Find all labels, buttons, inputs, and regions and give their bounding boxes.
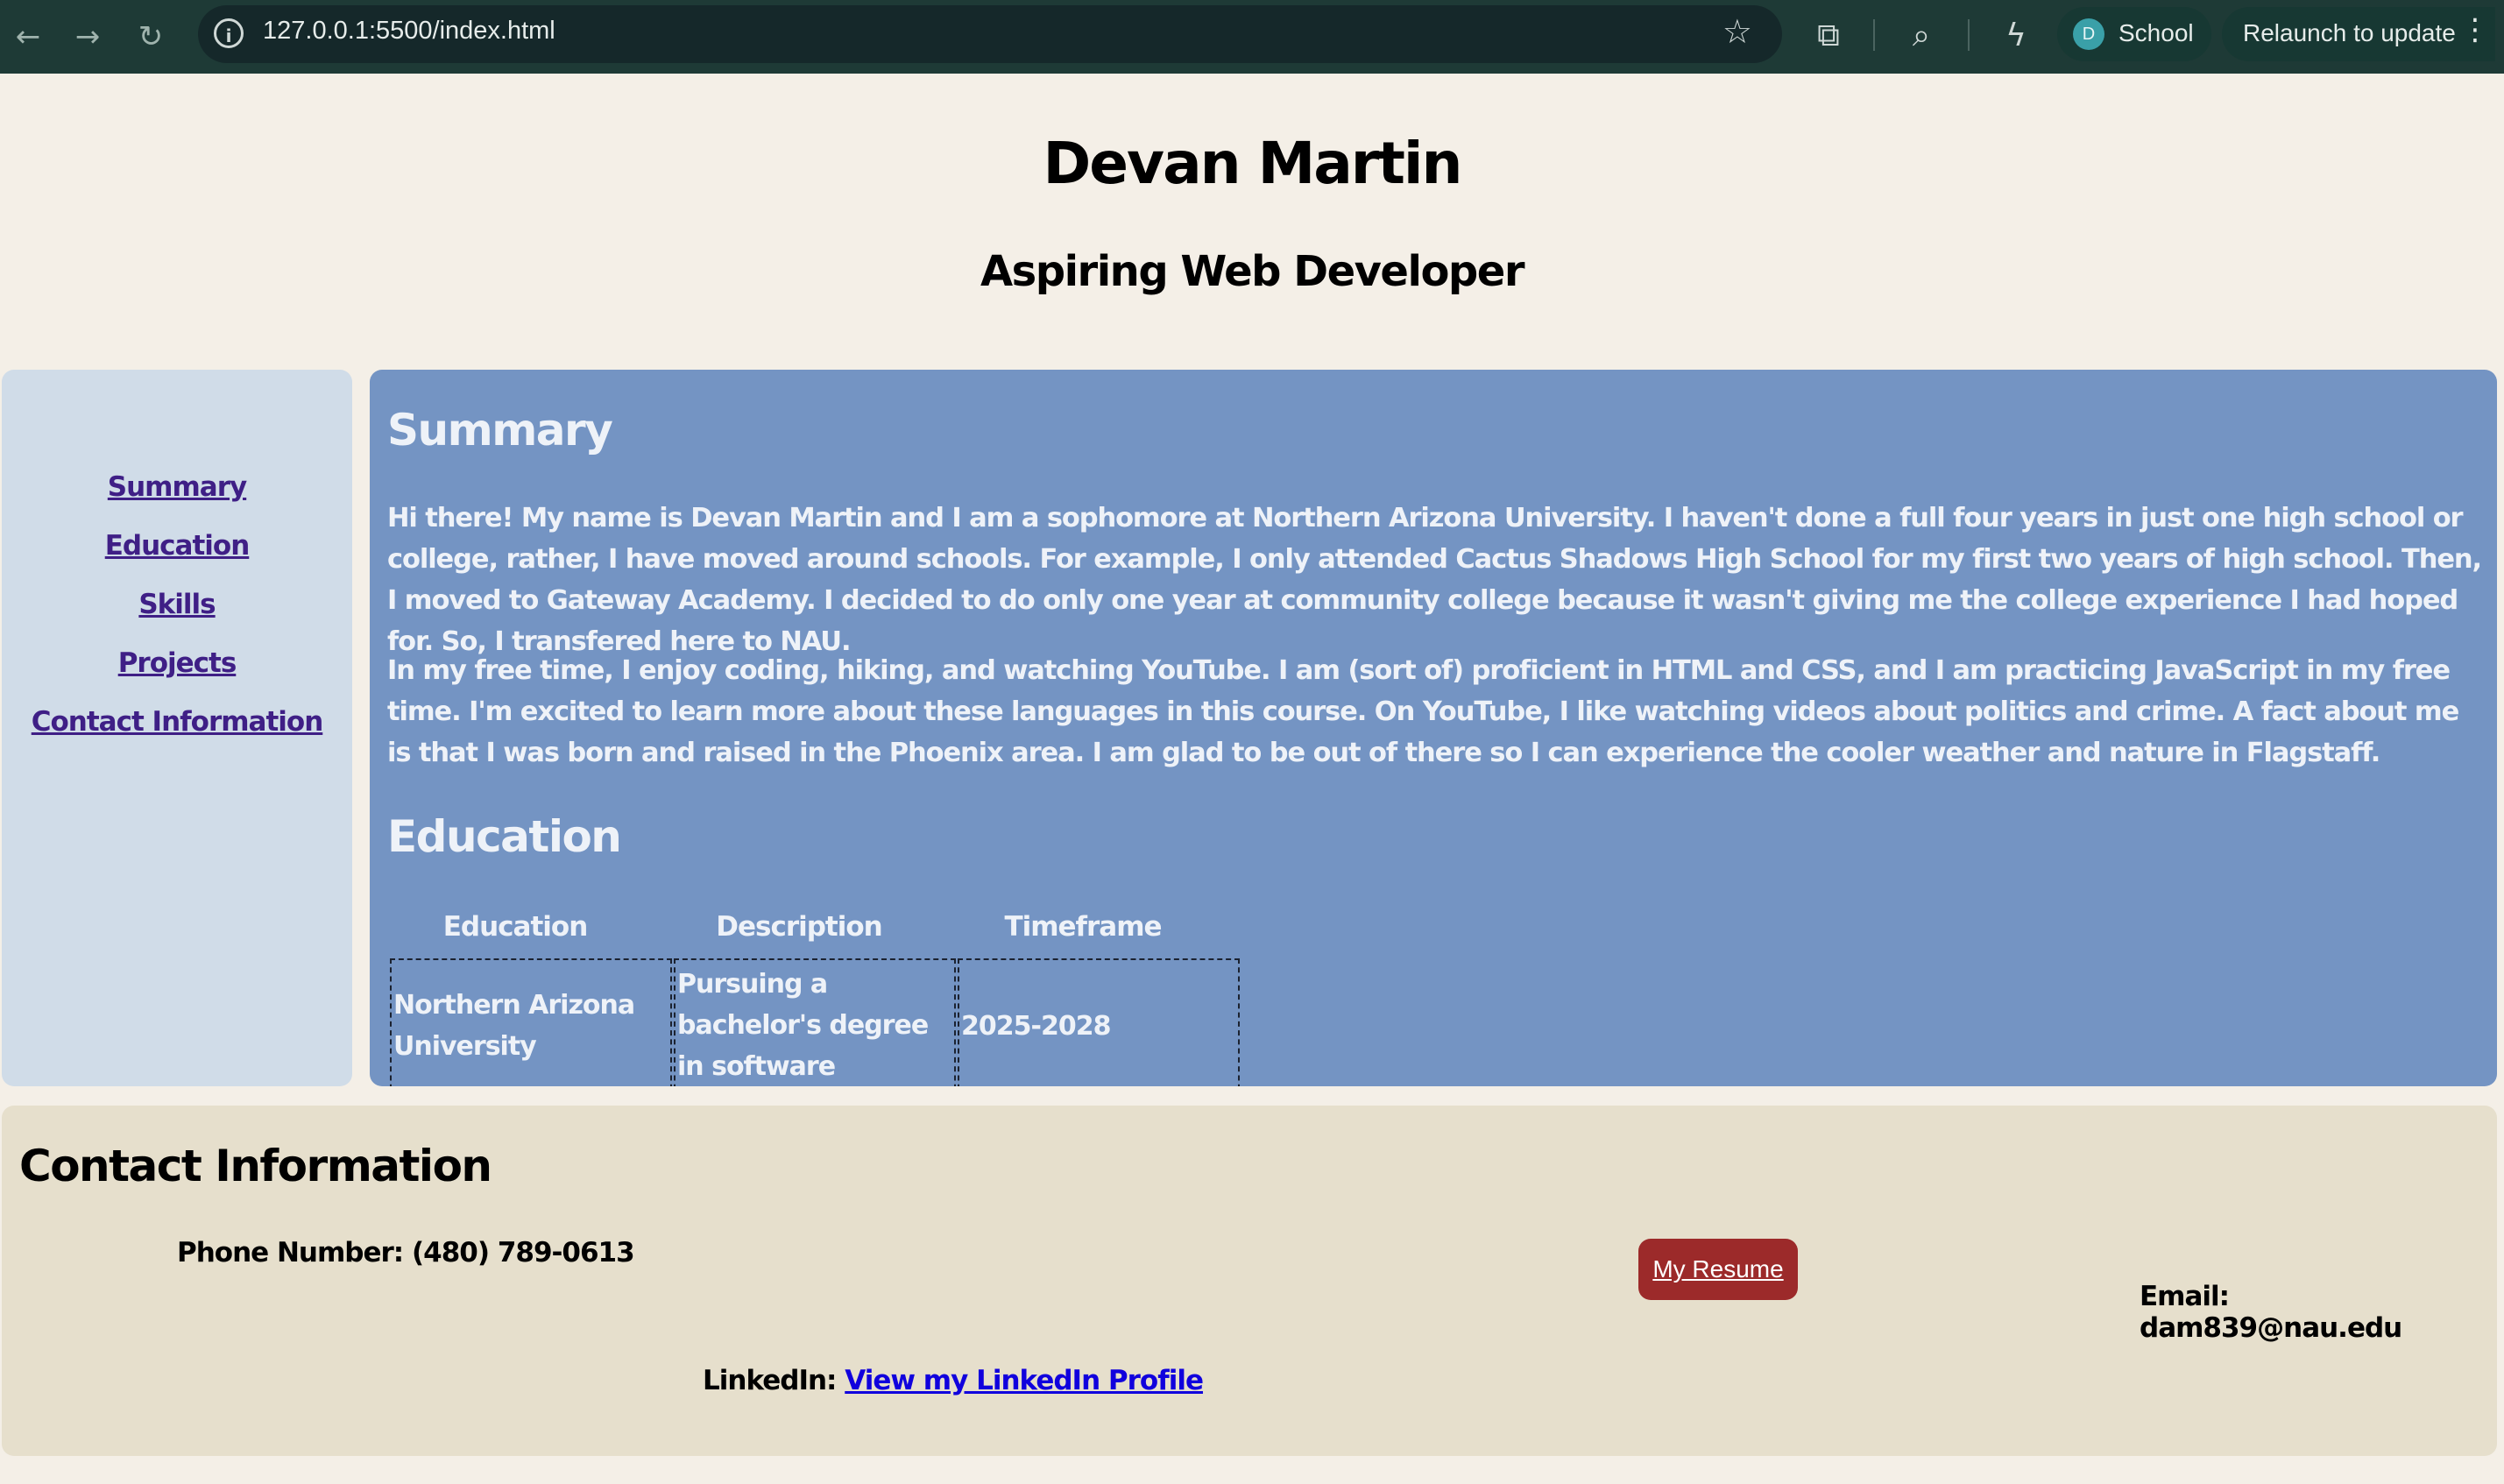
menu-kebab-icon[interactable]: ⋮ bbox=[2460, 12, 2490, 47]
table-header-timeframe: Timeframe bbox=[1004, 911, 1162, 943]
toolbar-divider bbox=[1873, 19, 1875, 51]
summary-paragraph-1: Hi there! My name is Devan Martin and I … bbox=[387, 503, 2482, 657]
page-title: Devan Martin bbox=[1043, 130, 1463, 197]
bookmark-star-icon[interactable]: ☆ bbox=[1722, 12, 1752, 51]
avatar: D bbox=[2073, 18, 2104, 50]
web-page: Devan Martin Aspiring Web Developer Summ… bbox=[0, 74, 2504, 1484]
resume-button[interactable]: My Resume bbox=[1638, 1239, 1798, 1300]
toolbar-divider bbox=[1968, 19, 1970, 51]
linkedin-link[interactable]: View my LinkedIn Profile bbox=[845, 1365, 1204, 1396]
relaunch-label: Relaunch to update bbox=[2243, 19, 2456, 46]
table-header-description: Description bbox=[716, 911, 883, 943]
sidebar-link-contact[interactable]: Contact Information bbox=[2, 706, 352, 738]
table-header-education: Education bbox=[442, 911, 589, 943]
page-subtitle: Aspiring Web Developer bbox=[980, 247, 1525, 296]
sidebar-link-skills[interactable]: Skills bbox=[2, 589, 352, 620]
table-cell-description: Pursuing a bachelor's degree in software… bbox=[674, 958, 956, 1086]
sidebar-nav: Summary Education Skills Projects Contac… bbox=[2, 370, 352, 1086]
site-info-icon[interactable]: i bbox=[214, 18, 244, 48]
phone-number: Phone Number: (480) 789-0613 bbox=[177, 1237, 635, 1268]
extensions-icon[interactable]: ⧉ bbox=[1805, 12, 1852, 60]
table-cell-timeframe: 2025-2028 bbox=[958, 958, 1240, 1086]
education-heading: Education bbox=[387, 811, 622, 862]
address-bar[interactable]: i 127.0.0.1:5500/index.html ☆ bbox=[198, 5, 1782, 63]
contact-heading: Contact Information bbox=[19, 1141, 492, 1191]
url-text[interactable]: 127.0.0.1:5500/index.html bbox=[263, 17, 555, 46]
contact-section: Contact Information Phone Number: (480) … bbox=[2, 1106, 2497, 1456]
main-content: Summary Hi there! My name is Devan Marti… bbox=[370, 370, 2497, 1086]
browser-toolbar: ← → ↻ i 127.0.0.1:5500/index.html ☆ ⧉ ⌕ … bbox=[0, 0, 2504, 74]
summary-heading: Summary bbox=[387, 405, 613, 456]
back-icon[interactable]: ← bbox=[7, 16, 49, 58]
sidebar-link-summary[interactable]: Summary bbox=[2, 471, 352, 503]
linkedin-row: LinkedIn: View my LinkedIn Profile bbox=[703, 1365, 1204, 1396]
linkedin-label: LinkedIn: bbox=[703, 1365, 837, 1396]
relaunch-button[interactable]: Relaunch to update ⋮ bbox=[2222, 7, 2495, 61]
forward-icon[interactable]: → bbox=[67, 16, 109, 58]
performance-icon[interactable]: ϟ bbox=[1992, 12, 2040, 60]
reload-icon[interactable]: ↻ bbox=[130, 16, 172, 58]
sidebar-link-education[interactable]: Education bbox=[2, 530, 352, 562]
table-cell-school: Northern Arizona University bbox=[390, 958, 672, 1086]
profile-name: School bbox=[2118, 19, 2194, 46]
email-text: Email: dam839@nau.edu bbox=[2140, 1281, 2402, 1344]
profile-button[interactable]: D School bbox=[2057, 7, 2211, 61]
sidebar-link-projects[interactable]: Projects bbox=[2, 647, 352, 679]
tab-search-icon[interactable]: ⌕ bbox=[1898, 12, 1945, 60]
summary-paragraph-2: In my free time, I enjoy coding, hiking,… bbox=[387, 655, 2459, 768]
